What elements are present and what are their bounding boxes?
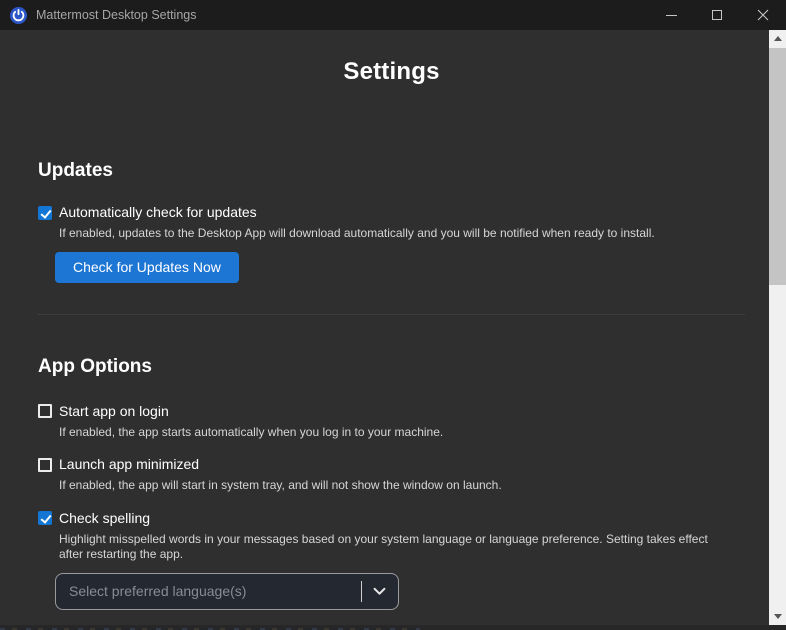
arrow-down-icon <box>774 614 782 619</box>
setting-start-on-login: Start app on login If enabled, the app s… <box>38 403 745 441</box>
updates-heading: Updates <box>38 158 745 184</box>
close-button[interactable] <box>740 0 786 30</box>
setting-check-spelling: Check spelling Highlight misspelled word… <box>38 510 745 610</box>
scrollbar-thumb[interactable] <box>769 48 786 285</box>
section-updates: Updates Automatically check for updates … <box>38 158 745 283</box>
mattermost-logo-icon <box>10 7 27 24</box>
vertical-scrollbar[interactable] <box>769 30 786 625</box>
start-on-login-checkbox[interactable] <box>38 404 52 418</box>
section-app-options: App Options Start app on login If enable… <box>38 354 745 610</box>
check-spelling-checkbox[interactable] <box>38 511 52 525</box>
check-spelling-label[interactable]: Check spelling <box>59 510 150 527</box>
window-title: Mattermost Desktop Settings <box>36 8 196 22</box>
chevron-down-icon <box>373 587 386 596</box>
minimize-button[interactable] <box>648 0 694 30</box>
page-title: Settings <box>38 30 745 86</box>
minimize-icon <box>666 15 677 16</box>
auto-check-updates-description: If enabled, updates to the Desktop App w… <box>59 226 724 242</box>
auto-check-updates-checkbox[interactable] <box>38 206 52 220</box>
check-for-updates-button[interactable]: Check for Updates Now <box>55 252 239 283</box>
start-on-login-description: If enabled, the app starts automatically… <box>59 425 724 441</box>
launch-minimized-description: If enabled, the app will start in system… <box>59 478 724 494</box>
settings-content: Settings Updates Automatically check for… <box>0 30 769 625</box>
scrollbar-down-button[interactable] <box>769 608 786 625</box>
setting-auto-check-updates: Automatically check for updates If enabl… <box>38 204 745 283</box>
window-controls <box>648 0 786 30</box>
background-artifact <box>0 625 786 630</box>
titlebar: Mattermost Desktop Settings <box>0 0 786 30</box>
auto-check-updates-label[interactable]: Automatically check for updates <box>59 204 257 221</box>
settings-window: Mattermost Desktop Settings Settings Upd… <box>0 0 786 630</box>
scrollbar-up-button[interactable] <box>769 30 786 47</box>
app-options-heading: App Options <box>38 354 745 380</box>
setting-launch-minimized: Launch app minimized If enabled, the app… <box>38 456 745 494</box>
preferred-language-select[interactable]: Select preferred language(s) <box>55 573 399 610</box>
maximize-button[interactable] <box>694 0 740 30</box>
section-divider <box>38 314 745 315</box>
maximize-icon <box>712 10 722 20</box>
check-spelling-description: Highlight misspelled words in your messa… <box>59 532 724 563</box>
select-separator <box>361 581 362 602</box>
arrow-up-icon <box>774 36 782 41</box>
language-select-placeholder: Select preferred language(s) <box>69 583 361 599</box>
launch-minimized-checkbox[interactable] <box>38 458 52 472</box>
close-icon <box>757 9 769 21</box>
start-on-login-label[interactable]: Start app on login <box>59 403 169 420</box>
launch-minimized-label[interactable]: Launch app minimized <box>59 456 199 473</box>
